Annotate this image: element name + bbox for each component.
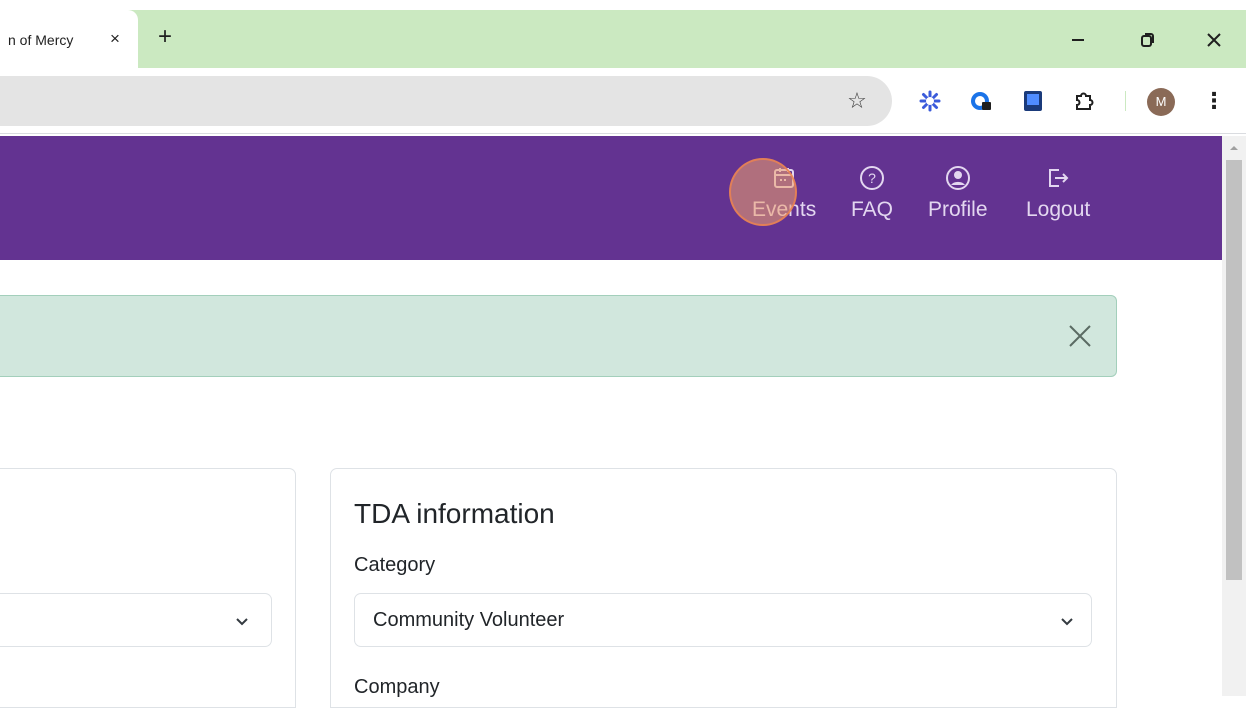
browser-tab-strip <box>0 10 1246 68</box>
nav-item-profile[interactable]: Profile <box>928 164 988 222</box>
click-indicator <box>729 158 797 226</box>
new-tab-button[interactable]: + <box>152 24 178 50</box>
nav-label-faq: FAQ <box>851 198 894 221</box>
category-select-value: Community Volunteer <box>373 609 565 631</box>
extension-reader-icon[interactable] <box>1020 88 1046 114</box>
profile-avatar[interactable]: M <box>1147 88 1175 116</box>
svg-text:?: ? <box>868 170 876 186</box>
bookmark-star-icon[interactable]: ☆ <box>844 88 870 114</box>
address-bar[interactable] <box>0 76 892 126</box>
tab-title: n of Mercy <box>8 32 74 48</box>
extension-sparkle-icon[interactable] <box>917 88 943 114</box>
nav-label-profile: Profile <box>928 198 988 221</box>
left-select[interactable] <box>0 593 272 647</box>
nav-item-faq[interactable]: ? FAQ <box>851 164 893 222</box>
scroll-up-arrow-icon[interactable] <box>1229 140 1239 150</box>
question-circle-icon: ? <box>858 164 886 192</box>
nav-item-logout[interactable]: Logout <box>1026 164 1090 222</box>
person-circle-icon <box>944 164 972 192</box>
close-icon <box>1207 33 1221 47</box>
minimize-icon <box>1072 39 1084 41</box>
card-title: TDA information <box>354 498 555 529</box>
chevron-down-icon <box>236 618 248 626</box>
close-icon <box>1069 325 1091 347</box>
extensions-puzzle-icon[interactable] <box>1071 88 1097 114</box>
browser-menu-icon[interactable]: ⋮ <box>1202 88 1226 114</box>
logout-icon <box>1044 164 1072 192</box>
category-label: Category <box>354 554 436 576</box>
minimize-button[interactable] <box>1064 26 1092 54</box>
toolbar-divider <box>1125 91 1126 111</box>
category-select[interactable]: Community Volunteer <box>354 593 1092 647</box>
scrollbar-thumb[interactable] <box>1226 160 1242 580</box>
tab-close-button[interactable]: × <box>104 28 126 50</box>
window-close-button[interactable] <box>1200 26 1228 54</box>
restore-icon <box>1141 33 1154 47</box>
restore-button[interactable] <box>1134 26 1162 54</box>
chevron-down-icon <box>1061 618 1073 626</box>
nav-label-logout: Logout <box>1026 198 1091 221</box>
browser-tab[interactable]: n of Mercy × <box>0 10 138 68</box>
success-alert <box>0 295 1117 377</box>
extension-password-icon[interactable] <box>968 88 994 114</box>
alert-close-button[interactable] <box>1064 320 1096 352</box>
left-card <box>0 468 296 708</box>
